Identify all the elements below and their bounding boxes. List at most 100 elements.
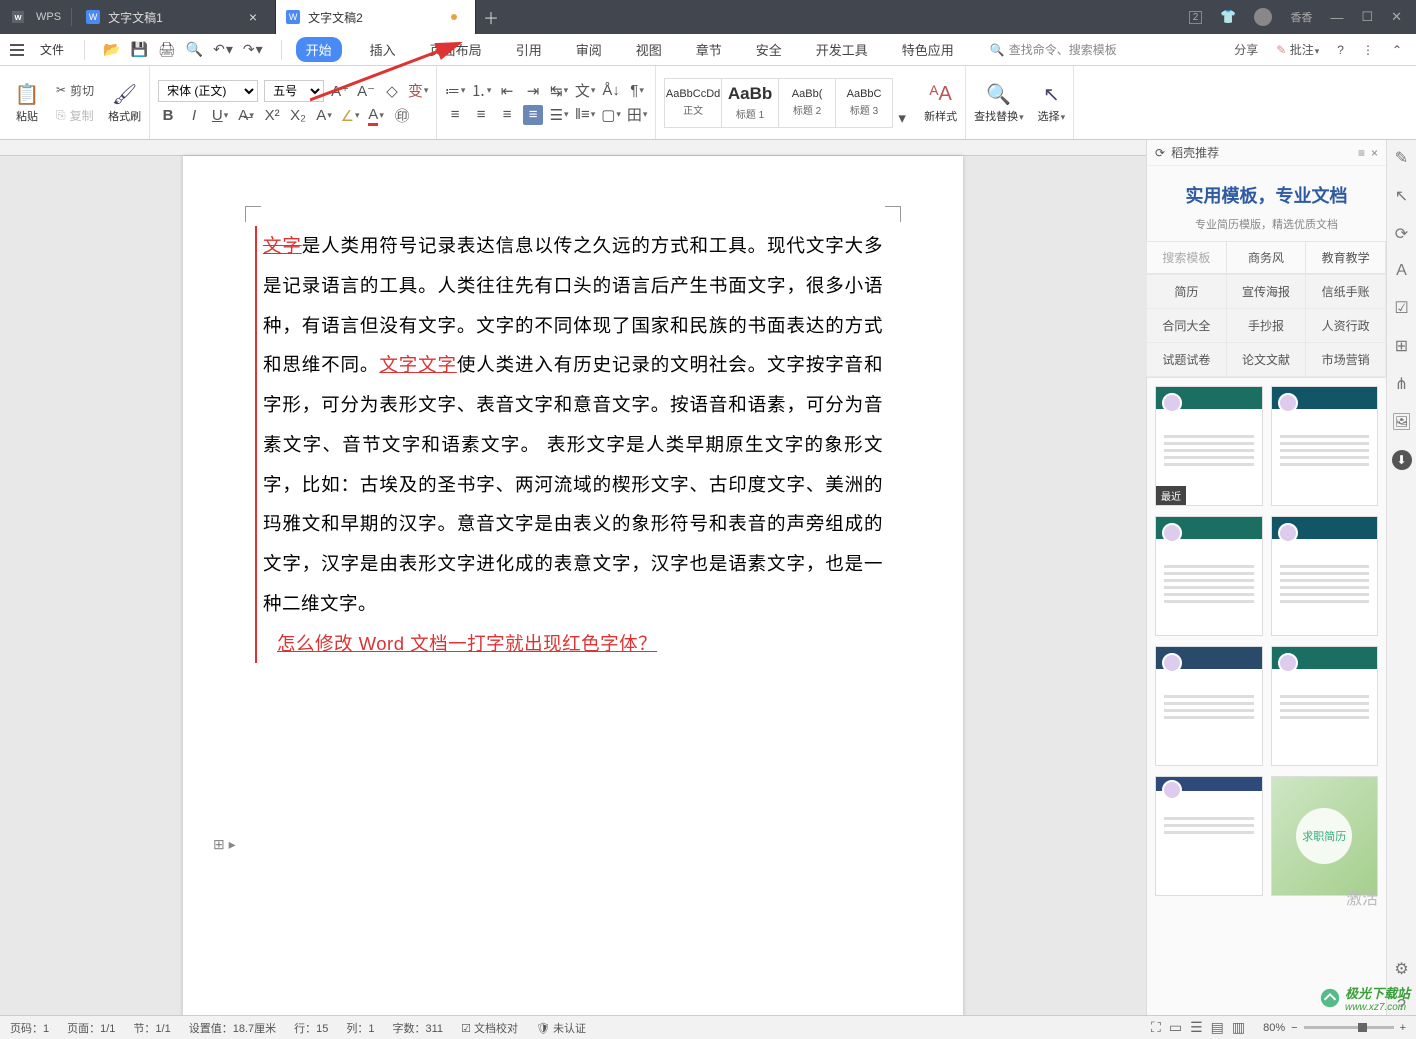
tab-doc2[interactable]: W 文字文稿2	[276, 0, 476, 34]
add-tab-button[interactable]: ＋	[476, 0, 506, 34]
tab-security[interactable]: 安全	[750, 36, 788, 63]
cat-marketing[interactable]: 市场营销	[1305, 342, 1386, 377]
format-painter-icon[interactable]: 🖌	[112, 82, 138, 108]
view-outline-icon[interactable]: ▤	[1211, 1019, 1224, 1036]
style-h3[interactable]: AaBbC标题 3	[835, 78, 893, 128]
rail-image-icon[interactable]: 🖼	[1391, 412, 1411, 432]
template-thumbs[interactable]: 最近 求职简历	[1147, 378, 1386, 1015]
view-read-icon[interactable]: ▥	[1232, 1019, 1245, 1036]
rail-refresh-icon[interactable]: ⟳	[1395, 224, 1408, 244]
rail-download-icon[interactable]: ⬇	[1392, 450, 1412, 470]
redo-icon[interactable]: ↷▾	[243, 41, 263, 58]
copy-button[interactable]: ⎘ 复制	[52, 105, 98, 126]
template-thumb[interactable]: 最近	[1155, 386, 1263, 506]
status-row[interactable]: 行：15	[294, 1020, 328, 1036]
template-thumb[interactable]: 求职简历	[1271, 776, 1379, 896]
style-h2[interactable]: AaBb(标题 2	[778, 78, 836, 128]
panel-tab-business[interactable]: 商务风	[1226, 241, 1307, 274]
text-direction-icon[interactable]: 文▾	[575, 81, 595, 101]
cat-exam[interactable]: 试题试卷	[1146, 342, 1227, 377]
status-proof[interactable]: ☑ 文档校对	[461, 1020, 518, 1036]
zoom-slider[interactable]	[1304, 1026, 1394, 1029]
indent-right-icon[interactable]: ⇥	[523, 81, 543, 101]
new-style-icon[interactable]: ᴬA	[928, 82, 954, 108]
rail-tools-icon[interactable]: ⚙	[1394, 959, 1408, 979]
save-icon[interactable]: 💾	[130, 41, 147, 58]
subscript-icon[interactable]: X₂	[288, 106, 308, 126]
view-page-icon[interactable]: ▭	[1169, 1019, 1182, 1036]
font-name-select[interactable]: 宋体 (正文)	[158, 80, 258, 102]
badge-icon[interactable]: 2	[1189, 11, 1203, 24]
zoom-in-icon[interactable]: +	[1400, 1022, 1406, 1034]
cat-newspaper[interactable]: 手抄报	[1226, 308, 1307, 343]
rail-checklist-icon[interactable]: ☑	[1394, 298, 1408, 318]
status-page[interactable]: 页面：1/1	[67, 1020, 115, 1036]
rail-pencil-icon[interactable]: ✎	[1395, 148, 1408, 168]
template-thumb[interactable]	[1271, 646, 1379, 766]
rail-link-icon[interactable]: ⋔	[1395, 374, 1408, 394]
view-fit-icon[interactable]: ⛶	[1151, 1019, 1161, 1036]
italic-icon[interactable]: I	[184, 106, 204, 126]
cat-letter[interactable]: 信纸手账	[1305, 274, 1386, 309]
borders-icon[interactable]: 田▾	[627, 105, 647, 125]
template-thumb[interactable]	[1271, 386, 1379, 506]
font-size-select[interactable]: 五号	[264, 80, 324, 102]
underline-icon[interactable]: U▾	[210, 106, 230, 126]
print-preview-icon[interactable]: 🔍	[186, 41, 203, 58]
rail-cursor-icon[interactable]: ↖	[1395, 186, 1408, 206]
style-gallery[interactable]: AaBbCcDd正文 AaBb标题 1 AaBb(标题 2 AaBbC标题 3 …	[664, 78, 912, 128]
sort-icon[interactable]: Å↓	[601, 81, 621, 101]
select-icon[interactable]: ↖	[1038, 82, 1064, 108]
numbering-icon[interactable]: ⒈▾	[471, 81, 491, 101]
maximize-icon[interactable]: ☐	[1361, 9, 1373, 25]
comment-button[interactable]: ✎ 批注▾	[1276, 41, 1319, 58]
panel-tab-search[interactable]: 搜索模板	[1146, 241, 1227, 274]
text-effect-icon[interactable]: A▾	[314, 106, 334, 126]
paste-icon[interactable]: 📋	[14, 82, 40, 108]
cut-button[interactable]: ✂ 剪切	[52, 80, 98, 101]
wps-logo[interactable]: W	[0, 0, 36, 34]
tab-icon[interactable]: ↹▾	[549, 81, 569, 101]
template-thumb[interactable]	[1271, 516, 1379, 636]
status-words[interactable]: 字数：311	[393, 1020, 444, 1036]
template-thumb[interactable]	[1155, 516, 1263, 636]
tab-reference[interactable]: 引用	[510, 36, 548, 63]
cat-thesis[interactable]: 论文文献	[1226, 342, 1307, 377]
close-icon[interactable]: ×	[249, 9, 257, 25]
strike-icon[interactable]: A̶▾	[236, 106, 256, 126]
tab-doc1[interactable]: W 文字文稿1 ×	[76, 0, 276, 34]
print-icon[interactable]: 🖨	[158, 41, 176, 58]
zoom-control[interactable]: 80% − +	[1263, 1022, 1406, 1034]
status-col[interactable]: 列：1	[346, 1020, 374, 1036]
skin-icon[interactable]: 👕	[1220, 9, 1236, 25]
align-right-icon[interactable]: ≡	[497, 105, 517, 125]
template-thumb[interactable]	[1155, 646, 1263, 766]
tab-review[interactable]: 审阅	[570, 36, 608, 63]
rail-grid-icon[interactable]: ⊞	[1395, 336, 1408, 356]
style-more-icon[interactable]: ▾	[892, 108, 912, 128]
share-button[interactable]: 分享	[1234, 41, 1258, 58]
close-window-icon[interactable]: ✕	[1391, 9, 1402, 25]
tab-special[interactable]: 特色应用	[896, 36, 960, 63]
document-body[interactable]: 文字是人类用符号记录表达信息以传之久远的方式和工具。现代文字大多是记录语言的工具…	[263, 226, 883, 663]
tab-section[interactable]: 章节	[690, 36, 728, 63]
file-menu[interactable]: 文件	[40, 41, 64, 58]
status-page-no[interactable]: 页码：1	[10, 1020, 49, 1036]
zoom-out-icon[interactable]: −	[1291, 1022, 1297, 1034]
status-auth[interactable]: 🛡 未认证	[536, 1020, 586, 1036]
avatar-icon[interactable]	[1254, 8, 1272, 26]
change-case-icon[interactable]: 变▾	[408, 81, 428, 101]
enclose-icon[interactable]: ㊞	[392, 106, 412, 126]
bold-icon[interactable]: B	[158, 106, 178, 126]
tab-view[interactable]: 视图	[630, 36, 668, 63]
status-section[interactable]: 节：1/1	[133, 1020, 170, 1036]
distribute-icon[interactable]: ☰▾	[549, 105, 569, 125]
minimize-icon[interactable]: —	[1330, 10, 1343, 25]
indent-left-icon[interactable]: ⇤	[497, 81, 517, 101]
highlight-icon[interactable]: ∠▾	[340, 106, 360, 126]
template-thumb[interactable]	[1155, 776, 1263, 896]
show-marks-icon[interactable]: ¶▾	[627, 81, 647, 101]
align-left-icon[interactable]: ≡	[445, 105, 465, 125]
view-web-icon[interactable]: ☰	[1190, 1019, 1203, 1036]
align-center-icon[interactable]: ≡	[471, 105, 491, 125]
